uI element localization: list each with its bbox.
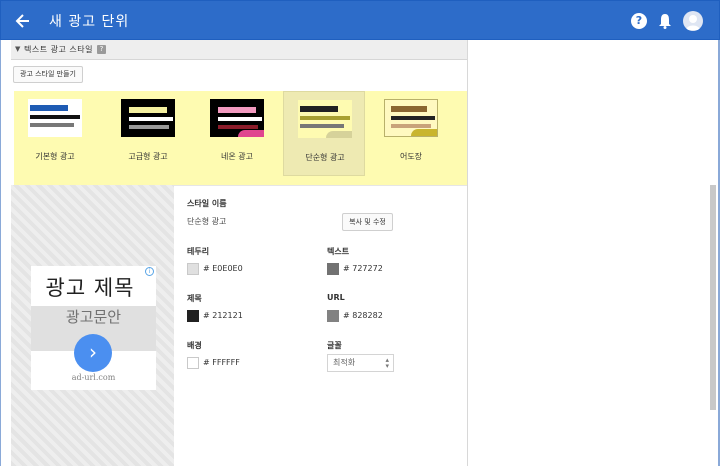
help-icon[interactable]: ? xyxy=(631,13,647,29)
url-color-hex[interactable]: # 828282 xyxy=(343,311,383,320)
section-title: 텍스트 광고 스타일 xyxy=(24,45,93,54)
style-thumbnail xyxy=(210,99,264,137)
border-label: 테두리 xyxy=(187,247,210,256)
style-label: 고급형 광고 xyxy=(128,152,168,161)
style-label: 네온 광고 xyxy=(221,152,253,161)
title-label: 제목 xyxy=(187,294,202,303)
style-option-premium[interactable]: 고급형 광고 xyxy=(107,91,189,176)
section-header[interactable]: ▼ 텍스트 광고 스타일 ? xyxy=(11,40,467,60)
collapse-arrow-icon[interactable]: ▼ xyxy=(15,45,20,53)
font-select[interactable]: 최적화 ▴ ▾ xyxy=(327,354,394,372)
ad-title: 광고 제목 xyxy=(45,276,135,300)
create-style-button[interactable]: 광고 스타일 만들기 xyxy=(13,66,83,83)
style-settings-form: 스타일 이름 단순형 광고 복사 및 수정 테두리 # E0E0E0 텍스트 #… xyxy=(174,185,467,466)
style-option-5[interactable]: 어도장 xyxy=(370,91,452,176)
style-name-value: 단순형 광고 xyxy=(187,217,227,226)
text-color-hex[interactable]: # 727272 xyxy=(343,264,383,273)
style-thumbnail xyxy=(298,100,352,138)
avatar-icon[interactable] xyxy=(683,11,703,31)
font-select-value: 최적화 xyxy=(333,358,356,367)
style-label: 기본형 광고 xyxy=(35,152,75,161)
select-chevron-icon: ▴ ▾ xyxy=(385,356,389,370)
style-gallery: 기본형 광고 고급형 광고 네온 광고 단순형 광고 어도장 xyxy=(14,91,467,185)
title-color-swatch[interactable] xyxy=(187,310,199,322)
copy-edit-button[interactable]: 복사 및 수정 xyxy=(342,213,393,231)
style-option-basic[interactable]: 기본형 광고 xyxy=(14,91,96,176)
style-label: 어도장 xyxy=(399,152,423,161)
help-icon[interactable]: ? xyxy=(97,45,106,54)
background-color-hex[interactable]: # FFFFFF xyxy=(203,358,240,367)
ad-style-panel: ▼ 텍스트 광고 스타일 ? 광고 스타일 만들기 기본형 광고 고급형 광고 xyxy=(11,40,467,466)
url-color-swatch[interactable] xyxy=(327,310,339,322)
window-border-left xyxy=(0,40,1,466)
title-color-hex[interactable]: # 212121 xyxy=(203,311,243,320)
app-bar: 새 광고 단위 ? xyxy=(0,0,720,40)
text-color-swatch[interactable] xyxy=(327,263,339,275)
info-icon[interactable]: i xyxy=(145,267,154,276)
go-arrow-icon[interactable]: › xyxy=(74,334,112,372)
page-title: 새 광고 단위 xyxy=(49,14,130,30)
ad-text: 광고문안 xyxy=(65,308,122,326)
border-color-swatch[interactable] xyxy=(187,263,199,275)
back-arrow-icon[interactable] xyxy=(13,11,33,31)
style-thumbnail xyxy=(28,99,82,137)
background-label: 배경 xyxy=(187,341,202,350)
style-name-label: 스타일 이름 xyxy=(187,199,227,208)
ad-preview: 광고 제목 i 광고문안 › ad-url.com xyxy=(31,266,156,390)
ad-url: ad-url.com xyxy=(71,373,116,382)
url-label: URL xyxy=(327,293,345,302)
ad-body: 광고문안 › xyxy=(31,306,156,372)
style-thumbnail xyxy=(121,99,175,137)
style-option-neon[interactable]: 네온 광고 xyxy=(196,91,278,176)
background-color-swatch[interactable] xyxy=(187,357,199,369)
border-color-hex[interactable]: # E0E0E0 xyxy=(203,264,243,273)
style-label: 단순형 광고 xyxy=(305,153,345,162)
font-label: 글꼴 xyxy=(327,341,342,350)
style-thumbnail xyxy=(384,99,438,137)
style-option-simple[interactable]: 단순형 광고 xyxy=(283,91,365,176)
ad-preview-area: 광고 제목 i 광고문안 › ad-url.com xyxy=(11,185,174,466)
bell-icon[interactable] xyxy=(658,13,672,29)
panel-divider xyxy=(467,40,468,466)
text-label: 텍스트 xyxy=(327,247,350,256)
page-scrollbar[interactable] xyxy=(710,185,716,410)
